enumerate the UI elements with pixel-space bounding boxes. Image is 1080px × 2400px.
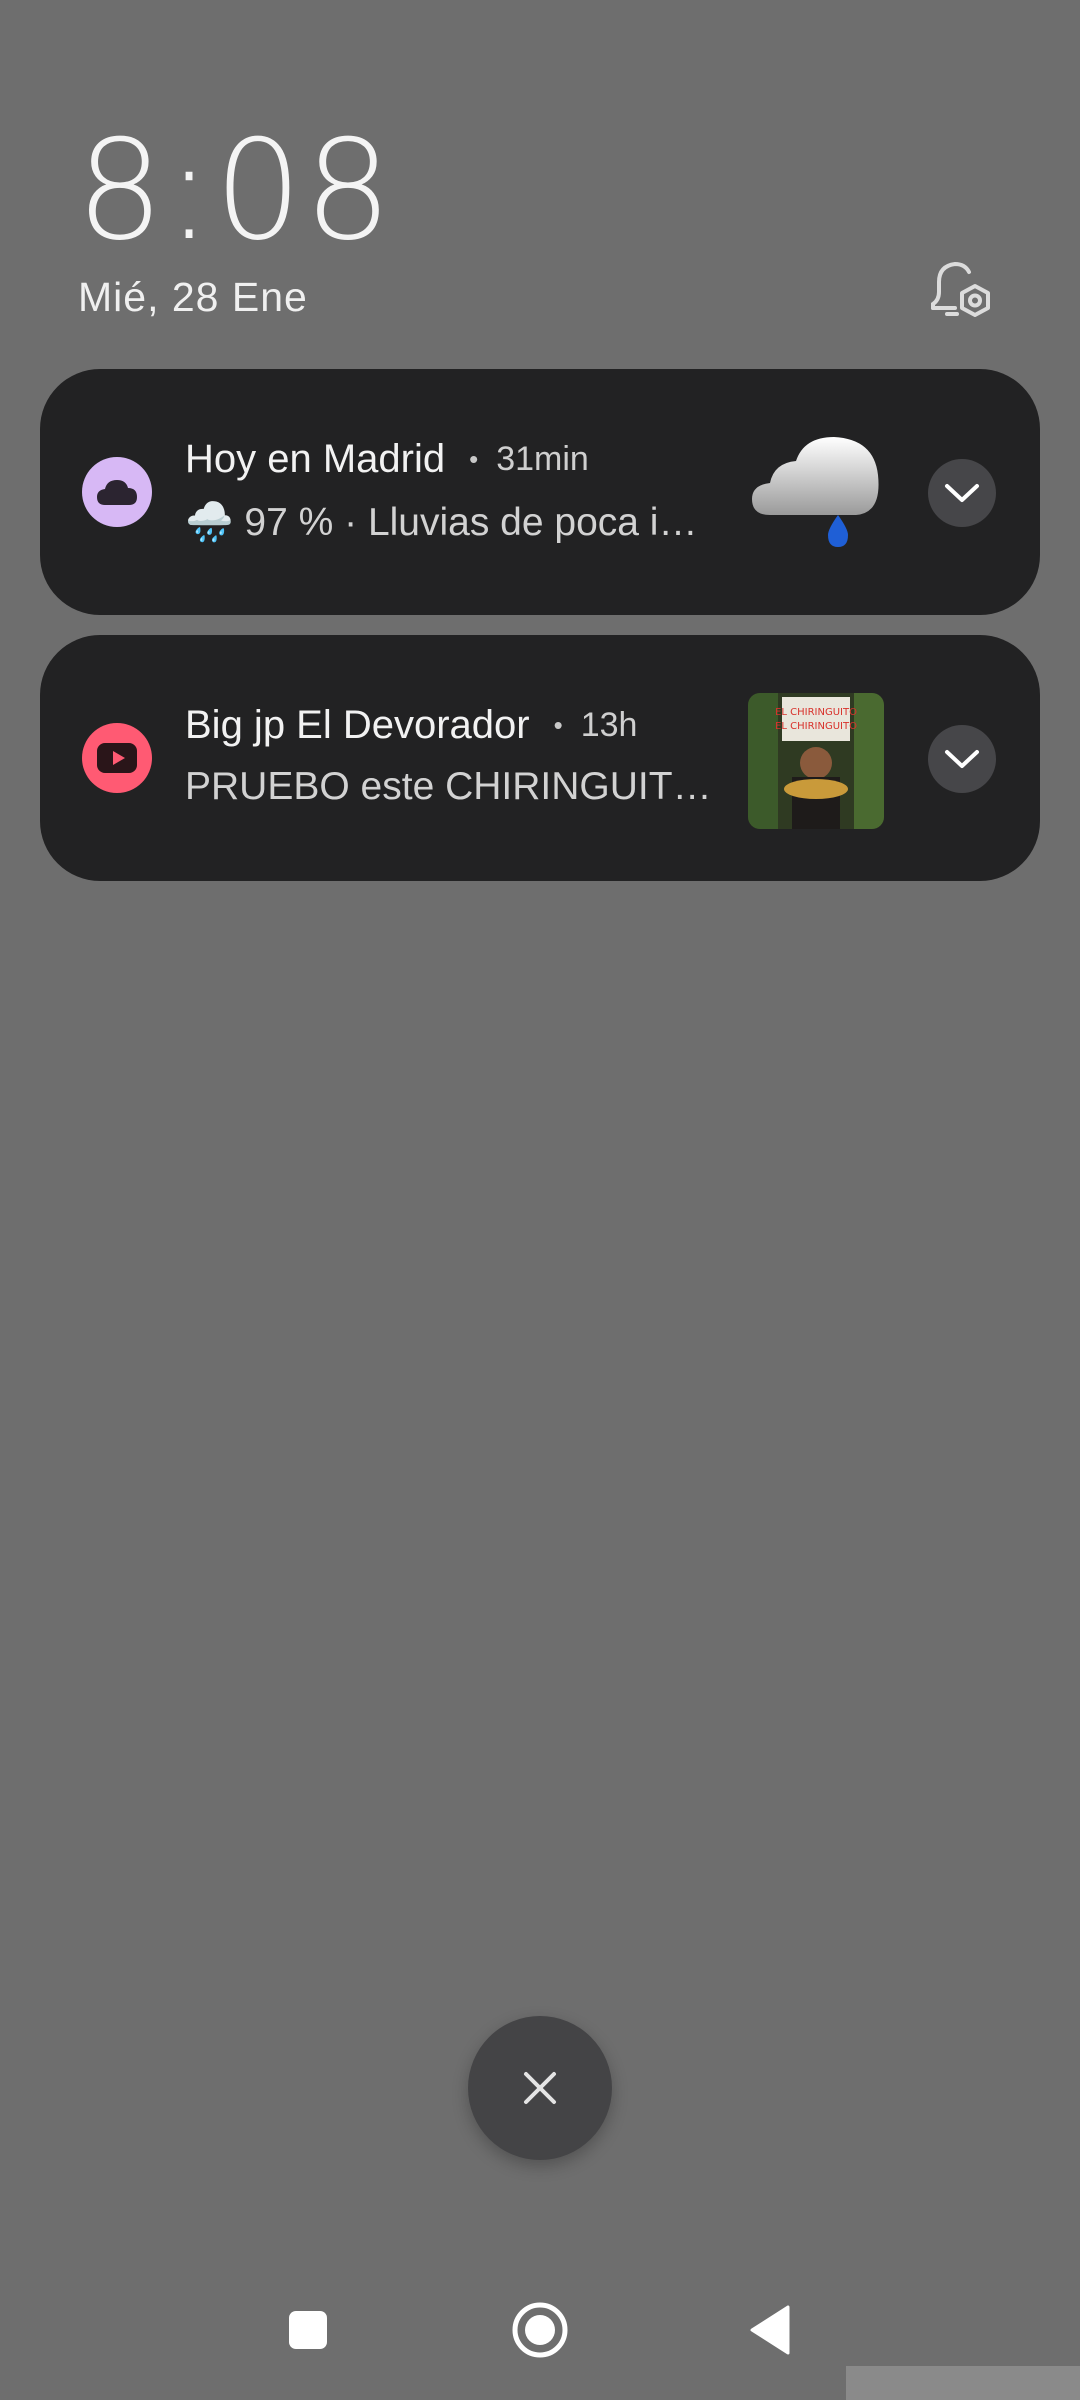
notification-card-weather[interactable]: Hoy en Madrid • 31min 🌧️ 97 % · Lluvias … bbox=[40, 369, 1040, 615]
notification-time: 13h bbox=[580, 706, 638, 744]
separator-dot: • bbox=[469, 444, 479, 474]
expand-button[interactable] bbox=[928, 725, 996, 793]
notification-body: 🌧️ 97 % · Lluvias de poca i… bbox=[185, 501, 698, 544]
notification-card-youtube[interactable]: Big jp El Devorador • 13h PRUEBO este CH… bbox=[40, 635, 1040, 881]
chevron-down-icon bbox=[945, 484, 979, 502]
notification-title: Hoy en Madrid bbox=[185, 437, 446, 481]
clock: 8:08 bbox=[76, 110, 394, 271]
home-button[interactable] bbox=[500, 2290, 580, 2370]
clear-all-button[interactable] bbox=[468, 2016, 612, 2160]
notification-time: 31min bbox=[496, 440, 589, 478]
recents-square-icon bbox=[289, 2311, 327, 2349]
thumbnail-text: EL CHIRINGUITO bbox=[775, 721, 857, 732]
app-icon-weather bbox=[82, 457, 152, 527]
close-icon bbox=[524, 2072, 556, 2104]
cloud-icon bbox=[97, 480, 137, 505]
thumbnail-text: EL CHIRINGUITO bbox=[775, 707, 857, 718]
notification-title: Big jp El Devorador bbox=[185, 703, 530, 747]
expand-button[interactable] bbox=[928, 459, 996, 527]
date: Mié, 28 Ene bbox=[78, 274, 308, 320]
back-triangle-icon bbox=[750, 2305, 790, 2355]
recents-button[interactable] bbox=[268, 2290, 348, 2370]
bottom-strip bbox=[846, 2366, 1080, 2400]
notification-settings-button[interactable] bbox=[925, 258, 995, 324]
video-thumbnail: EL CHIRINGUITO EL CHIRINGUITO bbox=[748, 693, 884, 829]
app-icon-youtube bbox=[82, 723, 152, 793]
notification-body: PRUEBO este CHIRINGUIT… bbox=[185, 765, 712, 808]
separator-dot: • bbox=[553, 710, 563, 740]
navigation-bar bbox=[0, 2290, 1080, 2370]
bell-settings-icon bbox=[931, 261, 990, 317]
chevron-down-icon bbox=[945, 750, 979, 768]
youtube-play-icon bbox=[97, 743, 137, 773]
home-circle-icon bbox=[512, 2302, 568, 2358]
rain-cloud-image bbox=[748, 427, 884, 563]
back-button[interactable] bbox=[730, 2290, 810, 2370]
